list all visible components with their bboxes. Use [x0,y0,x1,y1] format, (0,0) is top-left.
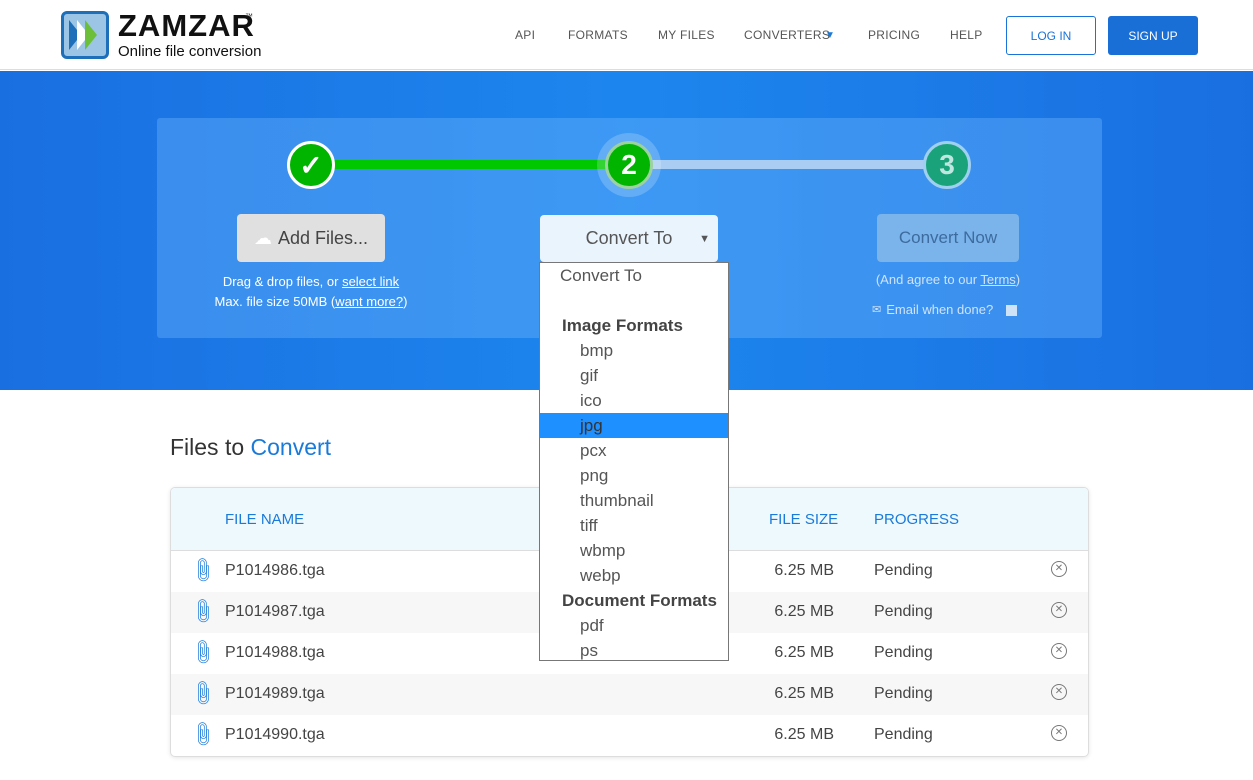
convert-to-select[interactable]: Convert To ▼ [540,215,718,262]
drag-text: Drag & drop files, or [222,274,343,289]
paperclip-icon: 📎︎ [187,636,218,668]
logo-trademark: ™ [245,12,253,21]
paperclip-icon: 📎︎ [187,677,218,709]
step-2: 2 [605,141,653,189]
file-name: P1014989.tga [225,685,325,702]
step-1-check-icon: ✓ [287,141,335,189]
remove-file-icon[interactable]: ✕ [1051,602,1067,618]
email-option: ✉ Email when done? [872,300,1018,320]
terms-link[interactable]: Terms [980,272,1015,287]
header: ZAMZAR ™ Online file conversion API FORM… [0,0,1253,70]
drag-drop-note: Drag & drop files, or select link Max. f… [200,272,422,312]
nav-converters[interactable]: CONVERTERS [744,28,830,42]
zamzar-logo-icon[interactable] [61,11,109,59]
col-file-name: FILE NAME [225,511,305,528]
dropdown-option[interactable]: tiff [540,513,728,538]
signup-button[interactable]: SIGN UP [1108,16,1198,55]
remove-file-icon[interactable]: ✕ [1051,561,1067,577]
option-group-label: Image Formats [562,316,683,335]
dropdown-option[interactable]: gif [540,363,728,388]
files-heading-a: Files to [170,434,251,460]
file-size: 6.25 MB [774,562,834,579]
max-size-text: Max. file size 50MB ( [214,294,336,309]
files-heading: Files to Convert [170,434,331,461]
dropdown-option[interactable]: bmp [540,338,728,363]
table-row: 📎︎ P1014990.tga 6.25 MB Pending ✕ [171,715,1088,756]
file-name: P1014988.tga [225,644,325,661]
col-progress: PROGRESS [874,511,960,528]
agree-text: (And agree to our [875,272,981,287]
progress-track-done [333,160,608,169]
email-label: Email when done? [886,302,994,317]
logo-tagline: Online file conversion [118,43,262,60]
files-heading-b: Convert [250,434,332,460]
file-progress: Pending [874,726,933,743]
nav-my-files[interactable]: MY FILES [658,28,715,42]
select-link[interactable]: select link [342,274,399,289]
dropdown-option[interactable]: ico [540,388,728,413]
file-progress: Pending [874,603,933,620]
step-3: 3 [923,141,971,189]
paperclip-icon: 📎︎ [187,595,218,627]
paperclip-icon: 📎︎ [187,554,218,586]
dropdown-option[interactable]: webp [540,563,728,588]
paperclip-icon: 📎︎ [187,718,218,750]
convert-to-dropdown-list[interactable]: Convert To Image Formats bmp gif ico jpg pcx pn… [539,262,729,661]
file-name: P1014990.tga [225,726,325,743]
want-more-link[interactable]: want more? [335,294,403,309]
file-size: 6.25 MB [774,644,834,661]
dropdown-option[interactable]: pcx [540,438,728,463]
file-progress: Pending [874,644,933,661]
file-name: P1014986.tga [225,562,325,579]
nav-pricing[interactable]: PRICING [868,28,920,42]
file-size: 6.25 MB [774,726,834,743]
file-size: 6.25 MB [774,603,834,620]
nav-api[interactable]: API [515,28,535,42]
add-files-label: Add Files... [277,227,369,248]
dropdown-option[interactable]: Convert To [540,263,728,288]
option-group-label: Document Formats [562,591,717,610]
progress-track-pending [650,160,925,169]
col-file-size: FILE SIZE [769,511,839,528]
email-checkbox[interactable] [1006,304,1018,316]
max-close: ) [403,294,408,309]
file-name: P1014987.tga [225,603,325,620]
dropdown-option[interactable]: thumbnail [540,488,728,513]
dropdown-option[interactable] [540,288,728,313]
remove-file-icon[interactable]: ✕ [1051,643,1067,659]
dropdown-option[interactable]: pdf [540,613,728,638]
agree-close: ) [1015,272,1021,287]
nav-formats[interactable]: FORMATS [568,28,628,42]
login-button[interactable]: LOG IN [1006,16,1096,55]
envelope-icon: ✉ [872,304,882,316]
remove-file-icon[interactable]: ✕ [1051,725,1067,741]
dropdown-option[interactable]: jpg [540,413,728,438]
convert-now-button[interactable]: Convert Now [877,214,1019,262]
file-progress: Pending [874,685,933,702]
dropdown-option[interactable]: ps [540,638,728,663]
add-files-button[interactable]: ☁ Add Files... [237,214,385,262]
caret-down-icon[interactable]: ▼ [825,30,835,41]
logo-text[interactable]: ZAMZAR [118,8,255,44]
dropdown-option[interactable]: wbmp [540,538,728,563]
table-row: 📎︎ P1014989.tga 6.25 MB Pending ✕ [171,674,1088,715]
nav-help[interactable]: HELP [950,28,983,42]
terms-note: (And agree to our Terms) [860,270,1036,290]
convert-to-label: Convert To [585,228,673,248]
file-size: 6.25 MB [774,685,834,702]
file-progress: Pending [874,562,933,579]
cloud-upload-icon: ☁ [253,227,272,248]
chevron-down-icon: ▼ [699,232,710,245]
remove-file-icon[interactable]: ✕ [1051,684,1067,700]
dropdown-option[interactable]: png [540,463,728,488]
